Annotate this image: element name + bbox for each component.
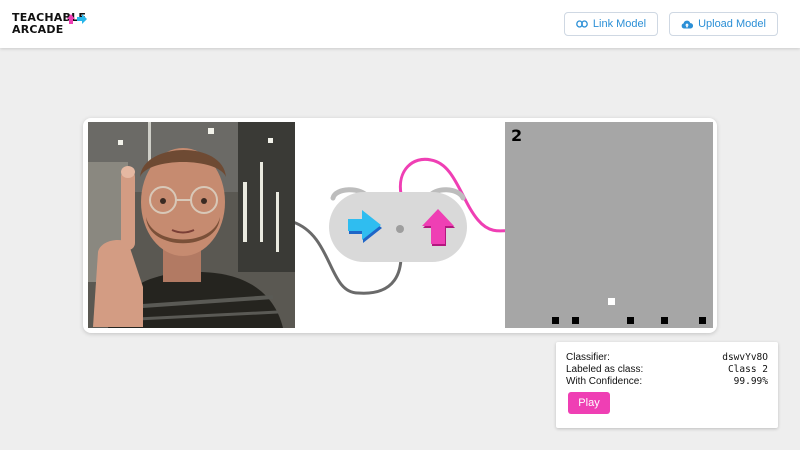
gamepad-center-dot — [396, 225, 404, 233]
confidence-value: 99.99% — [733, 376, 768, 387]
play-button[interactable]: Play — [568, 392, 610, 414]
confidence-label: With Confidence: — [566, 376, 643, 387]
obstacle-block — [699, 317, 706, 324]
upload-model-label: Upload Model — [698, 18, 766, 30]
classifier-panel: Classifier: dswvYv8O Labeled as class: C… — [556, 342, 778, 428]
cloud-upload-icon — [681, 20, 694, 28]
logo-arrows-icon — [67, 14, 87, 24]
obstacle-block — [572, 317, 579, 324]
labeled-class-label: Labeled as class: — [566, 364, 644, 375]
link-model-label: Link Model — [592, 18, 647, 30]
obstacle-block — [627, 317, 634, 324]
classifier-label: Classifier: — [566, 352, 610, 363]
obstacle-block — [552, 317, 559, 324]
upload-model-button[interactable]: Upload Model — [669, 12, 778, 36]
classifier-value: dswvYv8O — [722, 352, 768, 363]
webcam-feed — [88, 122, 295, 328]
classifier-row: Classifier: dswvYv8O — [566, 352, 768, 364]
arcade-stage: 2 — [83, 118, 717, 333]
labeled-class-row: Labeled as class: Class 2 — [566, 364, 768, 376]
right-arrow-icon — [348, 210, 382, 243]
webcam-image — [88, 122, 295, 328]
top-header: TEACHABLE ARCADE Link Model Upload Model — [0, 0, 800, 48]
link-icon — [576, 20, 588, 28]
up-arrow-icon — [422, 209, 455, 246]
game-screen: 2 — [505, 122, 713, 328]
player-block — [608, 298, 615, 305]
link-model-button[interactable]: Link Model — [564, 12, 658, 36]
labeled-class-value: Class 2 — [727, 364, 768, 375]
confidence-row: With Confidence: 99.99% — [566, 376, 768, 388]
game-score: 2 — [511, 126, 523, 145]
obstacle-block — [661, 317, 668, 324]
